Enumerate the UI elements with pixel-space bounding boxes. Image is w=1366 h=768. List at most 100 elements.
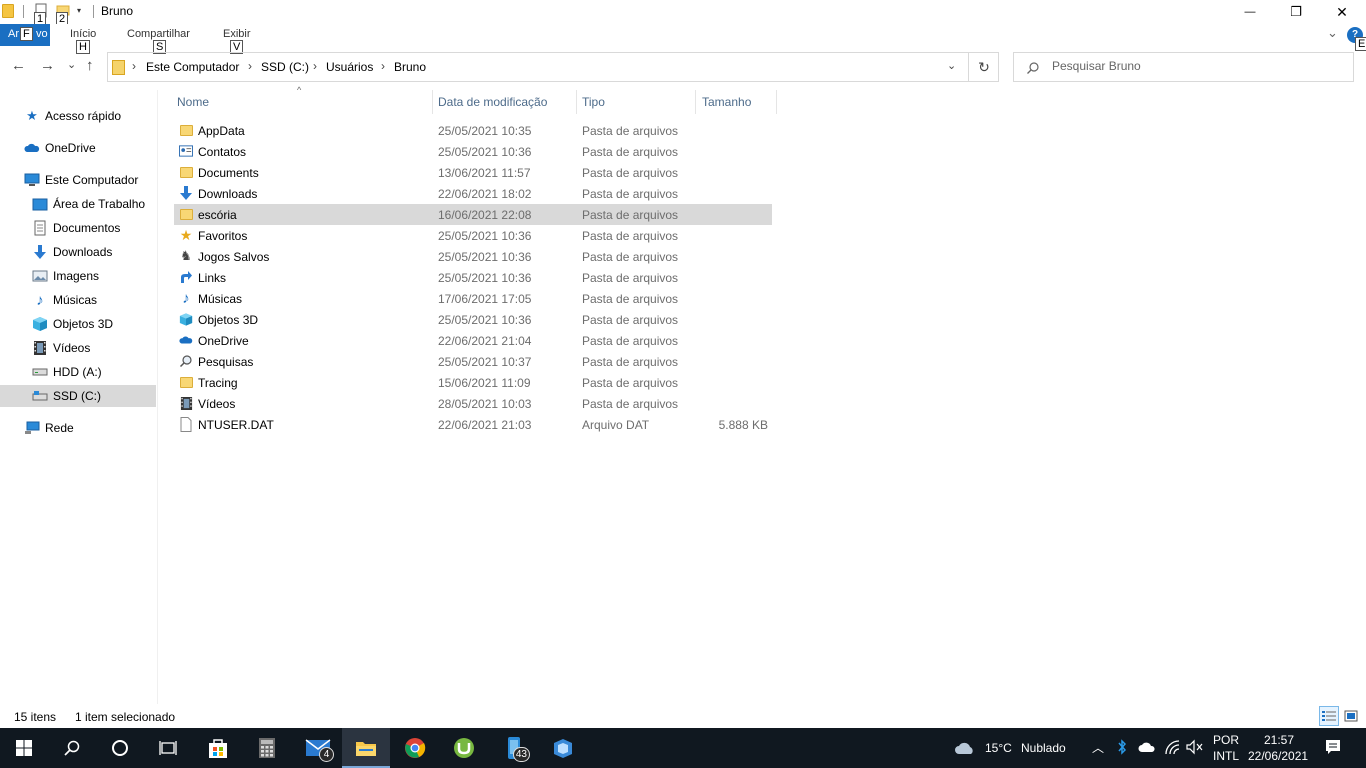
back-button[interactable]: ← <box>11 57 26 74</box>
nav-item-network[interactable]: Rede <box>0 417 156 439</box>
utorrent-button[interactable] <box>440 728 488 768</box>
pane-divider[interactable] <box>157 90 158 704</box>
weather-widget[interactable]: 15°C Nublado <box>950 728 1080 768</box>
breadcrumb-separator[interactable]: › <box>381 59 385 73</box>
volume-muted-icon[interactable] <box>1186 739 1203 755</box>
nav-item-onedrive[interactable]: OneDrive <box>0 137 156 159</box>
column-header-type[interactable]: Tipo <box>582 95 605 109</box>
file-row[interactable]: Downloads 22/06/2021 18:02 Pasta de arqu… <box>174 183 772 204</box>
cortana-button[interactable] <box>96 728 144 768</box>
file-row[interactable]: Pesquisas 25/05/2021 10:37 Pasta de arqu… <box>174 351 772 372</box>
music-icon: ♪ <box>36 291 44 309</box>
mail-button[interactable]: 4 <box>294 728 342 768</box>
phone-button[interactable]: 43 <box>490 728 538 768</box>
nav-item-this-pc[interactable]: Este Computador <box>0 169 156 191</box>
tab-view[interactable]: Exibir <box>223 28 251 40</box>
file-row[interactable]: Tracing 15/06/2021 11:09 Pasta de arquiv… <box>174 372 772 393</box>
column-header-name[interactable]: Nome <box>177 95 209 109</box>
column-header-size[interactable]: Tamanho <box>702 95 751 109</box>
column-divider[interactable] <box>695 90 696 114</box>
app-button[interactable] <box>539 728 587 768</box>
details-view-button[interactable] <box>1319 706 1339 726</box>
expand-ribbon-button[interactable]: ⌄ <box>1327 25 1338 41</box>
search-box[interactable] <box>1013 52 1354 82</box>
chrome-button[interactable] <box>391 728 439 768</box>
forward-button[interactable]: → <box>40 57 55 74</box>
file-row[interactable]: NTUSER.DAT 22/06/2021 21:03 Arquivo DAT … <box>174 414 772 435</box>
file-row[interactable]: Vídeos 28/05/2021 10:03 Pasta de arquivo… <box>174 393 772 414</box>
nav-item-quick-access[interactable]: ★ Acesso rápido <box>0 105 156 127</box>
file-row[interactable]: Objetos 3D 25/05/2021 10:36 Pasta de arq… <box>174 309 772 330</box>
keytip-help: E <box>1355 37 1366 51</box>
calculator-button[interactable] <box>243 728 291 768</box>
breadcrumb-this-pc[interactable]: Este Computador <box>146 60 239 74</box>
search-input[interactable] <box>1052 59 1342 73</box>
address-history-button[interactable]: ⌄ <box>947 59 956 72</box>
file-explorer-button[interactable] <box>342 728 390 768</box>
nav-item-ssd-c[interactable]: SSD (C:) <box>0 385 156 407</box>
nav-item-downloads[interactable]: Downloads <box>0 241 156 263</box>
file-row[interactable]: ♪ Músicas 17/06/2021 17:05 Pasta de arqu… <box>174 288 772 309</box>
breadcrumb-users[interactable]: Usuários <box>326 60 373 74</box>
details-view-icon <box>1322 711 1336 721</box>
search-button[interactable] <box>48 728 96 768</box>
column-divider[interactable] <box>576 90 577 114</box>
file-row[interactable]: Links 25/05/2021 10:36 Pasta de arquivos <box>174 267 772 288</box>
breadcrumb-bruno[interactable]: Bruno <box>394 60 426 74</box>
customize-qat-button[interactable]: ▾ <box>77 6 81 15</box>
nav-item-label: Downloads <box>53 245 113 259</box>
tab-home[interactable]: Início <box>70 28 96 40</box>
nav-item-hdd-a[interactable]: HDD (A:) <box>0 361 156 383</box>
nav-item-music[interactable]: ♪ Músicas <box>0 289 156 311</box>
file-row[interactable]: Contatos 25/05/2021 10:36 Pasta de arqui… <box>174 141 772 162</box>
file-row[interactable]: Documents 13/06/2021 11:57 Pasta de arqu… <box>174 162 772 183</box>
notifications-icon[interactable] <box>1325 739 1341 755</box>
up-button[interactable]: ↑ <box>86 57 94 74</box>
onedrive-cloud-icon[interactable] <box>1138 741 1156 753</box>
file-type: Pasta de arquivos <box>582 250 679 264</box>
minimize-button[interactable]: — <box>1227 0 1273 24</box>
windows-logo-icon <box>16 740 32 756</box>
file-name: Objetos 3D <box>198 313 259 327</box>
task-view-button[interactable] <box>144 728 192 768</box>
wifi-icon[interactable] <box>1164 739 1180 755</box>
show-hidden-icons-button[interactable]: ︿ <box>1092 739 1104 756</box>
nav-item-desktop[interactable]: Área de Trabalho <box>0 193 156 215</box>
breadcrumb-separator[interactable]: › <box>248 59 252 73</box>
image-icon <box>32 268 48 284</box>
file-type: Pasta de arquivos <box>582 124 679 138</box>
file-row[interactable]: AppData 25/05/2021 10:35 Pasta de arquiv… <box>174 120 772 141</box>
tab-share[interactable]: Compartilhar <box>127 28 190 40</box>
large-icons-view-button[interactable] <box>1341 706 1361 726</box>
store-button[interactable] <box>194 728 242 768</box>
nav-item-3d-objects[interactable]: Objetos 3D <box>0 313 156 335</box>
refresh-button[interactable]: ↻ <box>968 53 999 81</box>
nav-item-pictures[interactable]: Imagens <box>0 265 156 287</box>
breadcrumb-separator[interactable]: › <box>132 59 136 73</box>
breadcrumb-separator[interactable]: › <box>313 59 317 73</box>
clock[interactable]: 21:57 22/06/2021 <box>1248 728 1314 768</box>
nav-item-videos[interactable]: Vídeos <box>0 337 156 359</box>
file-row-selected[interactable]: escória 16/06/2021 22:08 Pasta de arquiv… <box>174 204 772 225</box>
qat-divider <box>23 5 24 18</box>
input-language-indicator[interactable]: POR INTL <box>1206 728 1246 768</box>
restore-button[interactable]: ❐ <box>1273 0 1319 24</box>
close-button[interactable]: ✕ <box>1319 0 1365 24</box>
column-divider[interactable] <box>776 90 777 114</box>
nav-item-label: Rede <box>45 421 74 435</box>
file-date: 15/06/2021 11:09 <box>438 376 531 390</box>
file-row[interactable]: OneDrive 22/06/2021 21:04 Pasta de arqui… <box>174 330 772 351</box>
file-row[interactable]: ♞ Jogos Salvos 25/05/2021 10:36 Pasta de… <box>174 246 772 267</box>
start-button[interactable] <box>0 728 48 768</box>
bluetooth-icon[interactable] <box>1117 739 1127 755</box>
large-icons-view-icon <box>1344 710 1358 722</box>
column-header-date[interactable]: Data de modificação <box>438 95 547 109</box>
recent-locations-button[interactable]: ⌄ <box>67 58 76 71</box>
navigation-bar: ← → ⌄ ↑ › Este Computador › SSD (C:) › U… <box>0 52 1366 82</box>
nav-item-documents[interactable]: Documentos <box>0 217 156 239</box>
file-row[interactable]: ★ Favoritos 25/05/2021 10:36 Pasta de ar… <box>174 225 772 246</box>
breadcrumb-ssd[interactable]: SSD (C:) <box>261 60 309 74</box>
column-divider[interactable] <box>432 90 433 114</box>
address-bar[interactable]: › Este Computador › SSD (C:) › Usuários … <box>107 52 999 82</box>
file-date: 25/05/2021 10:35 <box>438 124 532 138</box>
